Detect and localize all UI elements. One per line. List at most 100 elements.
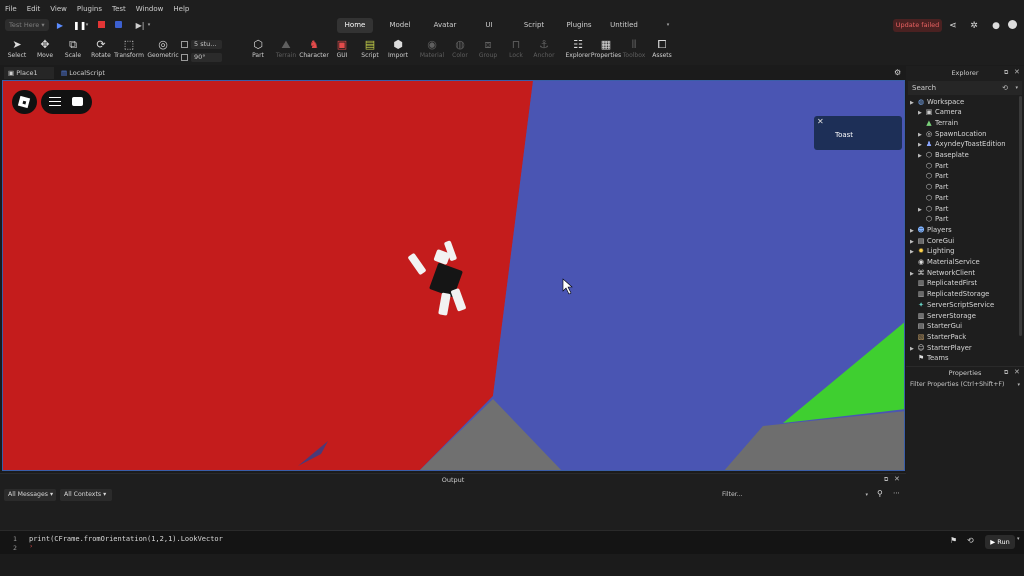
chevron-down-icon[interactable]: ▾ xyxy=(146,20,152,31)
explorer-item-teams[interactable]: ⚑ Teams xyxy=(910,353,949,363)
popout-icon[interactable]: ⧉ xyxy=(884,476,888,484)
hamburger-menu-icon[interactable] xyxy=(49,97,61,106)
tab-ui[interactable]: UI xyxy=(480,18,498,33)
transform-tool[interactable]: ⬚ Transform xyxy=(113,37,145,65)
tab-untitled[interactable]: Untitled xyxy=(605,18,643,33)
close-icon[interactable]: ✕ xyxy=(894,475,900,483)
menu-help[interactable]: Help xyxy=(168,5,194,13)
output-filter-input[interactable]: Filter... ▾ xyxy=(722,489,872,501)
menu-edit[interactable]: Edit xyxy=(22,5,46,13)
assets-toggle[interactable]: ⧠ Assets xyxy=(646,37,678,65)
explorer-item-replicatedfirst[interactable]: ▥ ReplicatedFirst xyxy=(910,278,977,288)
rotate-snap-value[interactable]: 90° xyxy=(191,53,222,62)
pause-icon[interactable]: ❚❚ xyxy=(73,20,86,31)
history-icon[interactable]: ⟲ xyxy=(967,536,974,545)
anchor-tool[interactable]: ⚓ Anchor xyxy=(528,37,560,65)
geometric-tool[interactable]: ◎ Geometric xyxy=(147,37,179,65)
explorer-item-serverscriptservice[interactable]: ✦ ServerScriptService xyxy=(910,300,994,310)
rotate-snap-checkbox[interactable] xyxy=(181,53,188,61)
explorer-item-startergui[interactable]: ▤ StarterGui xyxy=(910,321,962,331)
explorer-item-replicatedstorage[interactable]: ▥ ReplicatedStorage xyxy=(910,289,990,299)
chevron-down-icon[interactable]: ▾ xyxy=(84,20,90,31)
collaborate-icon[interactable]: ✲ xyxy=(968,20,980,32)
close-icon[interactable]: ✕ xyxy=(817,117,824,126)
menu-test[interactable]: Test xyxy=(107,5,131,13)
explorer-item-part[interactable]: ⬡ Part xyxy=(918,193,948,203)
test-place-select[interactable]: Test Here ▾ xyxy=(5,19,49,31)
explorer-item-coregui[interactable]: ▶ ▤ CoreGui xyxy=(910,236,954,246)
viewport-settings-gear-icon[interactable]: ⚙ xyxy=(894,68,901,77)
notification-bell-icon[interactable]: ● xyxy=(990,20,1002,32)
tab-script[interactable]: Script xyxy=(518,18,550,33)
expand-arrow-icon[interactable]: ▶ xyxy=(910,237,917,247)
expand-arrow-icon[interactable]: ▶ xyxy=(918,108,925,118)
rotate-snap-setting[interactable]: 90° xyxy=(181,53,222,62)
explorer-item-workspace[interactable]: ▶ ◍ Workspace xyxy=(910,97,964,107)
history-icon[interactable]: ⟲ xyxy=(1002,81,1008,95)
chevron-down-icon[interactable]: ▾ xyxy=(664,20,672,31)
menu-view[interactable]: View xyxy=(45,5,72,13)
message-type-filter[interactable]: All Messages ▾ xyxy=(4,489,56,501)
tab-avatar[interactable]: Avatar xyxy=(428,18,462,33)
run-button[interactable]: ▶ Run xyxy=(985,535,1015,549)
explorer-item-part[interactable]: ⬡ Part xyxy=(918,182,948,192)
explorer-item-part[interactable]: ▶ ⬡ Part xyxy=(918,204,948,214)
tab-model[interactable]: Model xyxy=(384,18,416,33)
expand-arrow-icon[interactable]: ▶ xyxy=(910,247,917,257)
3d-viewport[interactable]: ✕ Toast xyxy=(2,80,905,471)
explorer-scrollbar[interactable] xyxy=(1019,96,1022,336)
explorer-item-axyndeytoastedition[interactable]: ▶ ♟ AxyndeyToastEdition xyxy=(918,139,1006,149)
explorer-item-starterplayer[interactable]: ▶ ☺ StarterPlayer xyxy=(910,343,972,353)
explorer-item-baseplate[interactable]: ▶ ⬡ Baseplate xyxy=(918,150,969,160)
explorer-item-lighting[interactable]: ▶ ✹ Lighting xyxy=(910,246,954,256)
more-options-icon[interactable]: ⋯ xyxy=(893,489,900,497)
properties-filter-input[interactable]: Filter Properties (Ctrl+Shift+F) ▾ xyxy=(906,379,1024,391)
explorer-item-materialservice[interactable]: ◉ MaterialService xyxy=(910,257,980,267)
explorer-item-players[interactable]: ▶ ☻ Players xyxy=(910,225,952,235)
clear-output-icon[interactable]: ⚲ xyxy=(877,489,883,498)
doc-tab-localscript[interactable]: ▤ LocalScript xyxy=(57,67,111,79)
account-icon[interactable] xyxy=(1006,20,1018,32)
doc-tab-place1[interactable]: ▣ Place1 xyxy=(4,67,54,79)
explorer-item-starterpack[interactable]: ▧ StarterPack xyxy=(910,332,967,342)
import-tool[interactable]: ⬢ Import xyxy=(382,37,414,65)
menu-window[interactable]: Window xyxy=(131,5,169,13)
explorer-item-part[interactable]: ⬡ Part xyxy=(918,171,948,181)
close-icon[interactable]: ✕ xyxy=(1014,368,1020,376)
explorer-item-serverstorage[interactable]: ▥ ServerStorage xyxy=(910,311,976,321)
explorer-item-networkclient[interactable]: ▶ ⌘ NetworkClient xyxy=(910,268,975,278)
stop-icon[interactable] xyxy=(96,20,106,31)
tab-plugins[interactable]: Plugins xyxy=(563,18,595,33)
explorer-item-spawnlocation[interactable]: ▶ ◎ SpawnLocation xyxy=(918,129,986,139)
command-input[interactable]: print(CFrame.fromOrientation(1,2,1).Look… xyxy=(29,535,223,543)
explorer-item-part[interactable]: ⬡ Part xyxy=(918,214,948,224)
expand-arrow-icon[interactable]: ▶ xyxy=(918,130,925,140)
client-server-icon[interactable] xyxy=(113,20,123,31)
explorer-item-part[interactable]: ⬡ Part xyxy=(918,161,948,171)
popout-icon[interactable]: ⧉ xyxy=(1004,369,1008,377)
chat-icon[interactable] xyxy=(72,97,83,106)
tab-home[interactable]: Home xyxy=(337,18,373,33)
move-snap-setting[interactable]: 5 stu... xyxy=(181,40,222,49)
expand-arrow-icon[interactable]: ▶ xyxy=(918,140,925,150)
play-icon[interactable]: ▶ xyxy=(55,20,65,31)
menu-plugins[interactable]: Plugins xyxy=(72,5,107,13)
expand-arrow-icon[interactable]: ▶ xyxy=(918,151,925,161)
explorer-item-terrain[interactable]: ▲ Terrain xyxy=(918,118,958,128)
bookmark-icon[interactable]: ⚑ xyxy=(950,536,957,545)
chevron-down-icon[interactable]: ▾ xyxy=(1017,536,1020,542)
expand-arrow-icon[interactable]: ▶ xyxy=(910,344,917,354)
expand-arrow-icon[interactable]: ▶ xyxy=(910,226,917,236)
menu-file[interactable]: File xyxy=(0,5,22,13)
move-snap-checkbox[interactable] xyxy=(181,40,188,48)
move-snap-value[interactable]: 5 stu... xyxy=(191,40,222,49)
expand-arrow-icon[interactable]: ▶ xyxy=(910,269,917,279)
expand-arrow-icon[interactable]: ▶ xyxy=(918,205,925,215)
chevron-down-icon[interactable]: ▾ xyxy=(1015,81,1018,95)
explorer-item-camera[interactable]: ▶ ▣ Camera xyxy=(918,107,962,117)
explorer-search-input[interactable]: Search ⟲ ▾ xyxy=(908,81,1022,95)
roblox-logo-button[interactable] xyxy=(12,90,37,114)
game-menu-pill[interactable] xyxy=(41,90,92,114)
share-icon[interactable]: ⋖ xyxy=(947,20,959,32)
chevron-down-icon[interactable]: ▾ xyxy=(1017,379,1020,391)
